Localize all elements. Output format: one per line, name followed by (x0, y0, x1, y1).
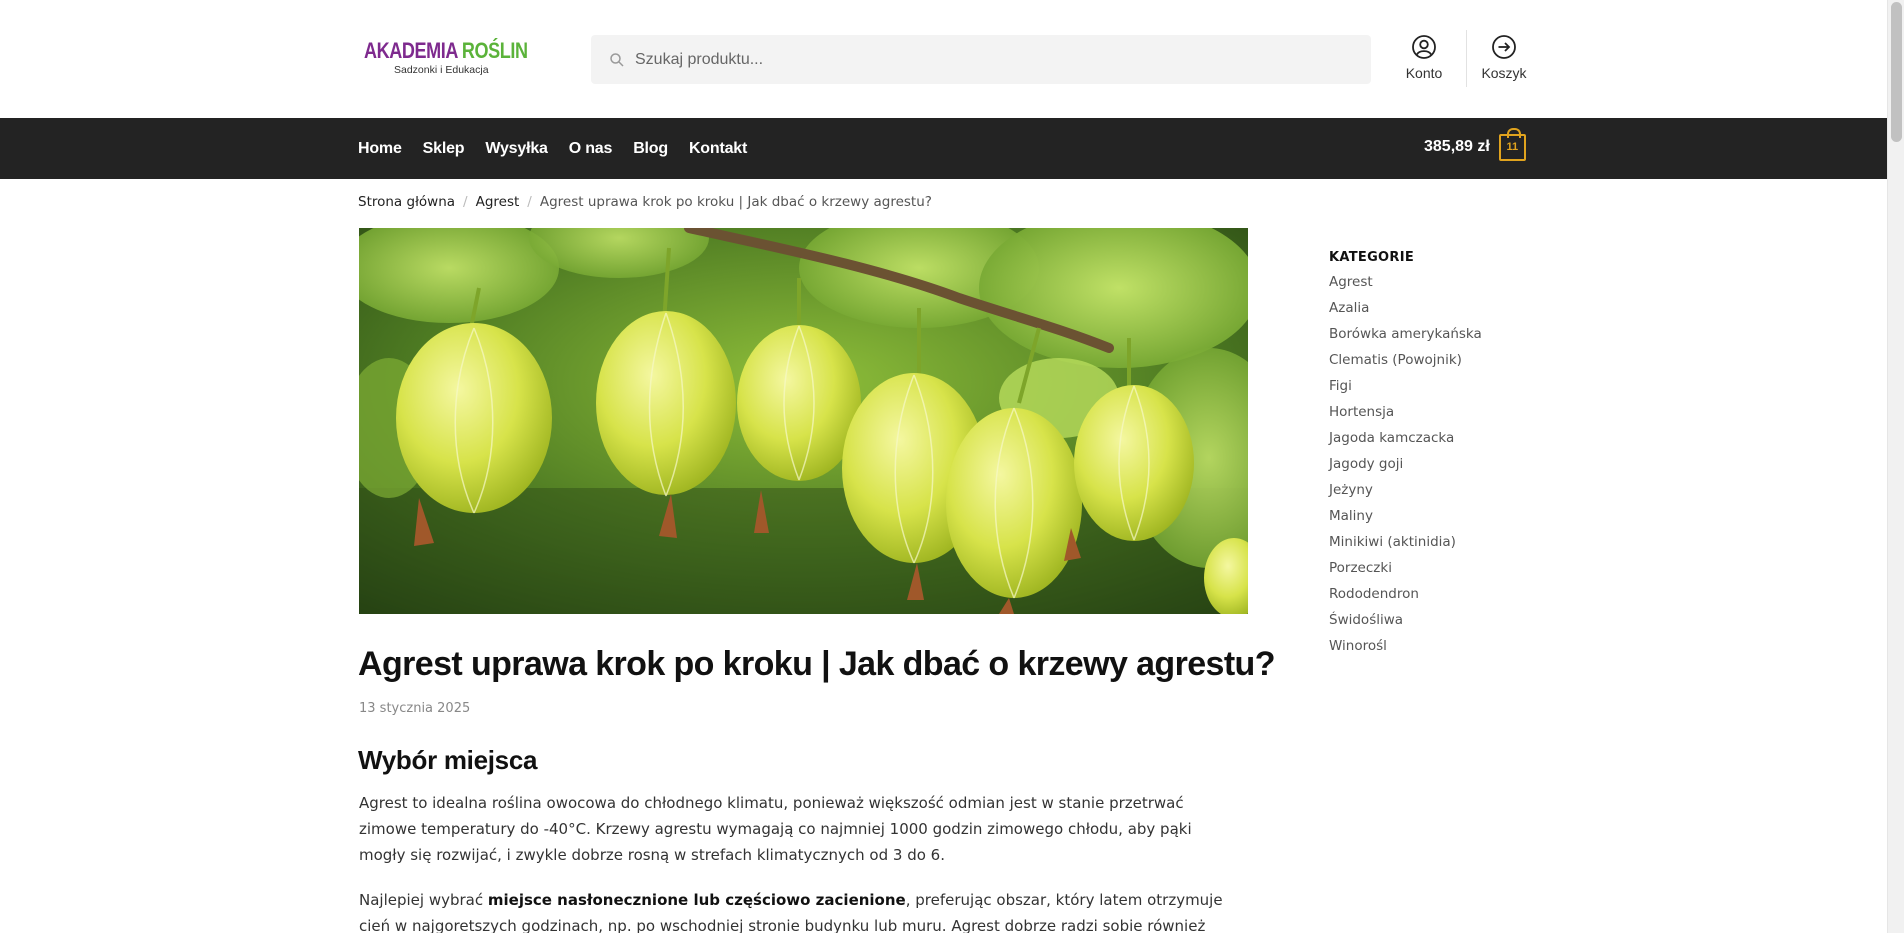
category-list: Agrest Azalia Borówka amerykańska Clemat… (1329, 273, 1482, 663)
header-divider (1466, 30, 1467, 87)
logo-title-part2: ROŚLIN (461, 38, 528, 64)
category-link[interactable]: Winorośl (1329, 637, 1482, 663)
breadcrumb-category[interactable]: Agrest (476, 194, 520, 210)
category-link[interactable]: Porzeczki (1329, 559, 1482, 585)
paragraph-bold-text: miejsce nasłonecznione lub częściowo zac… (487, 891, 906, 909)
logo-title-part1: AKADEMIA (364, 38, 458, 64)
post-date: 13 stycznia 2025 (359, 701, 471, 716)
category-link[interactable]: Borówka amerykańska (1329, 325, 1482, 351)
breadcrumb-current: Agrest uprawa krok po kroku | Jak dbać o… (539, 194, 932, 210)
search-input[interactable] (635, 50, 1335, 69)
breadcrumb-separator: / (527, 194, 532, 210)
breadcrumb-home[interactable]: Strona główna (358, 194, 455, 210)
gooseberry-photo (359, 228, 1248, 614)
logo-subtitle: Sadzonki i Edukacja (394, 64, 489, 77)
user-icon (1412, 35, 1436, 59)
article-paragraph: Agrest to idealna roślina owocowa do chł… (359, 794, 1192, 864)
scrollbar-thumb[interactable] (1891, 2, 1902, 142)
cart-label: Koszyk (1481, 65, 1527, 81)
category-link[interactable]: Jeżyny (1329, 481, 1482, 507)
nav-item-kontakt[interactable]: Kontakt (689, 140, 747, 158)
nav-item-wysylka[interactable]: Wysyłka (485, 140, 548, 158)
category-link[interactable]: Agrest (1329, 273, 1482, 299)
cart-count: 11 (1506, 141, 1519, 153)
nav-item-home[interactable]: Home (358, 140, 402, 158)
site-header: AKADEMIA ROŚLIN Sadzonki i Edukacja Kont… (0, 0, 1887, 118)
nav-item-o-nas[interactable]: O nas (569, 140, 613, 158)
widget-title: KATEGORIE (1329, 250, 1415, 265)
account-label: Konto (1405, 65, 1443, 81)
account-link[interactable]: Konto (1394, 34, 1454, 81)
mini-cart[interactable]: 385,89 zł 11 (1424, 127, 1526, 162)
category-link[interactable]: Hortensja (1329, 403, 1482, 429)
nav-item-blog[interactable]: Blog (633, 140, 668, 158)
section-heading: Wybór miejsca (358, 745, 538, 775)
login-arrow-icon (1492, 35, 1516, 59)
article-paragraph: Najlepiej wybrać miejsce nasłonecznione … (359, 887, 1239, 933)
search-bar (591, 35, 1371, 84)
category-link[interactable]: Świdośliwa (1329, 611, 1482, 637)
logo-title: AKADEMIA ROŚLIN (364, 40, 528, 62)
cart-link[interactable]: Koszyk (1474, 34, 1534, 81)
site-logo[interactable]: AKADEMIA ROŚLIN Sadzonki i Edukacja (362, 33, 542, 83)
cart-amount: 385,89 zł (1424, 138, 1490, 155)
post-title: Agrest uprawa krok po kroku | Jak dbać o… (358, 645, 1275, 683)
category-link[interactable]: Rododendron (1329, 585, 1482, 611)
nav-item-sklep[interactable]: Sklep (423, 140, 465, 158)
category-link[interactable]: Jagoda kamczacka (1329, 429, 1482, 455)
shopping-bag-icon: 11 (1498, 127, 1526, 161)
page-scrollbar[interactable] (1887, 0, 1904, 933)
category-link[interactable]: Clematis (Powojnik) (1329, 351, 1482, 377)
paragraph-text: Najlepiej wybrać (359, 891, 488, 909)
breadcrumb: Strona główna / Agrest / Agrest uprawa k… (358, 194, 932, 210)
category-link[interactable]: Maliny (1329, 507, 1482, 533)
category-link[interactable]: Figi (1329, 377, 1482, 403)
featured-image-gooseberries (359, 228, 1248, 614)
category-link[interactable]: Jagody goji (1329, 455, 1482, 481)
categories-widget: KATEGORIE Agrest Azalia Borówka amerykań… (1329, 250, 1482, 663)
category-link[interactable]: Minikiwi (aktinidia) (1329, 533, 1482, 559)
search-icon (610, 52, 624, 67)
breadcrumb-separator: / (463, 194, 468, 210)
main-nav: Home Sklep Wysyłka O nas Blog Kontakt 38… (0, 118, 1887, 179)
category-link[interactable]: Azalia (1329, 299, 1482, 325)
